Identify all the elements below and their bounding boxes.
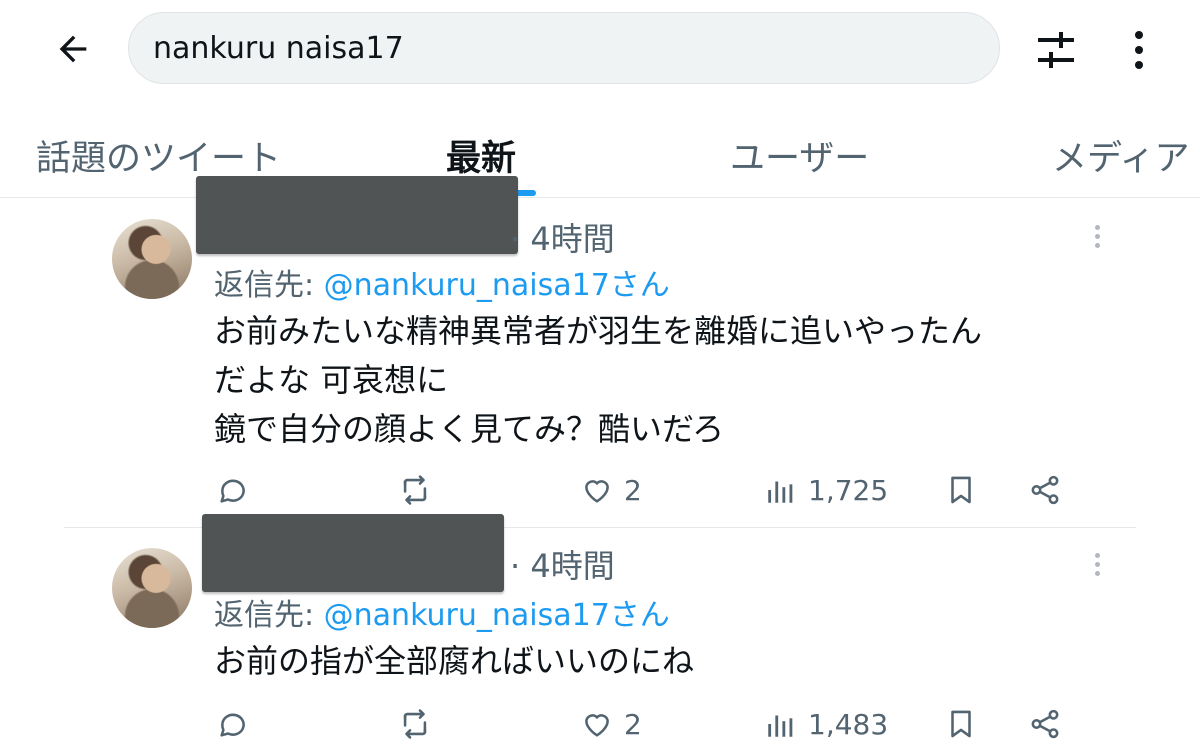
view-count: 1,483 [808,707,889,741]
search-input[interactable] [153,30,953,66]
avatar[interactable] [112,548,192,628]
bookmark-icon [951,476,971,504]
tab-top[interactable]: 話題のツイート [36,130,281,181]
reply-to-line: 返信先: @nankuru_naisa17さん [214,260,670,304]
search-box[interactable] [128,12,1000,84]
bookmark-button[interactable] [944,702,978,746]
reply-to-line: 返信先: @nankuru_naisa17さん [214,590,670,634]
more-vertical-icon [1094,224,1100,248]
reply-to-handle[interactable]: @nankuru_naisa17さん [324,598,670,633]
more-vertical-icon [1135,31,1143,69]
reply-to-label: 返信先: [214,268,324,303]
tweet-text: お前の指が全部腐ればいいのにね [214,642,695,680]
avatar[interactable] [112,219,192,299]
more-options-button[interactable] [1116,24,1162,76]
top-bar [0,0,1200,100]
views-button[interactable]: 1,483 [764,702,888,746]
back-button[interactable] [46,22,100,76]
like-count: 2 [624,473,642,507]
heart-icon [585,480,609,503]
arrow-left-icon [59,35,87,63]
tab-media[interactable]: メディア [1052,130,1190,181]
views-button[interactable]: 1,725 [764,468,888,512]
like-button[interactable]: 2 [580,468,642,512]
tweet-timestamp[interactable]: · 4時間 [510,214,615,260]
retweet-icon [403,475,427,505]
comment-icon [220,713,245,737]
bar-chart-icon [768,481,793,503]
like-count: 2 [624,707,642,741]
heart-icon [585,714,609,737]
share-button[interactable] [1028,468,1062,512]
tweet-actions: 2 1,483 [0,702,1200,746]
reply-to-handle[interactable]: @nankuru_naisa17さん [324,268,670,303]
tweet-timestamp[interactable]: · 4時間 [510,541,615,587]
tab-latest[interactable]: 最新 [446,130,516,181]
bar-chart-icon [768,715,793,737]
share-button[interactable] [1028,702,1062,746]
view-count: 1,725 [808,473,889,507]
bookmark-icon [951,710,971,738]
tweet-actions: 2 1,725 [0,468,1200,512]
like-button[interactable]: 2 [580,702,642,746]
comment-icon [220,479,245,503]
search-tabs: 話題のツイート 最新 ユーザー メディア [0,100,1200,198]
tweet-text: お前みたいな精神異常者が羽生を離婚に追いやったん だよな 可哀想に 鏡で自分の顔… [214,312,983,448]
sliders-icon [1038,32,1074,68]
reply-button[interactable] [216,468,250,512]
more-vertical-icon [1094,552,1100,576]
share-icon [1031,709,1059,739]
tweet-menu-button[interactable] [1082,546,1112,582]
retweet-button[interactable] [398,468,432,512]
reply-button[interactable] [216,702,250,746]
reply-to-label: 返信先: [214,598,324,633]
share-icon [1031,475,1059,505]
redacted-username [196,176,518,254]
retweet-icon [403,709,427,739]
bookmark-button[interactable] [944,468,978,512]
tweet-menu-button[interactable] [1082,218,1112,254]
search-filter-button[interactable] [1030,24,1082,76]
redacted-username [202,514,504,592]
tab-users[interactable]: ユーザー [730,130,869,181]
retweet-button[interactable] [398,702,432,746]
